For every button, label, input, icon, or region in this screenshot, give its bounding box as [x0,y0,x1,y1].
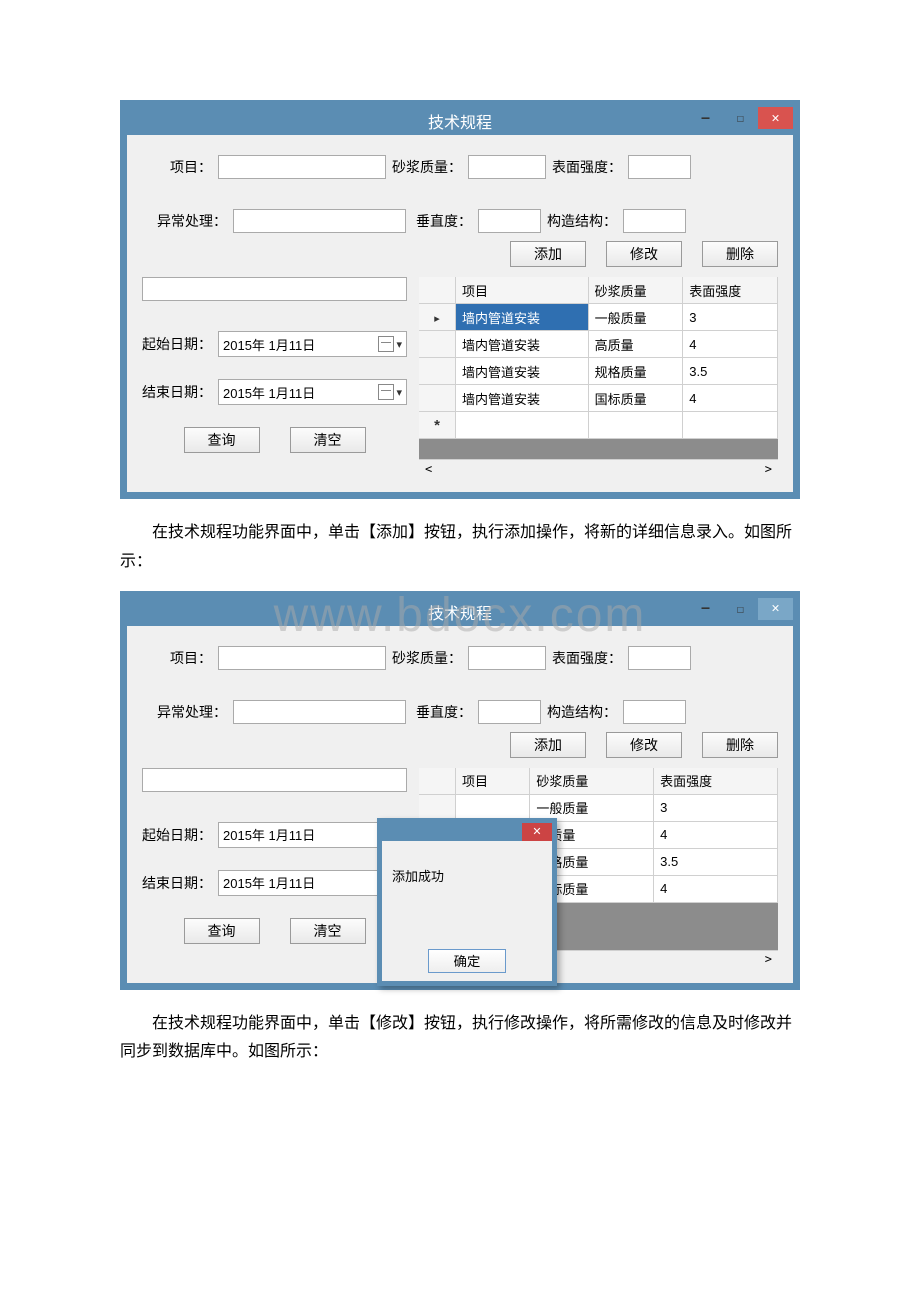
dialog-message: 添加成功 [392,869,444,884]
struct-label: 构造结构： [547,702,617,722]
col-mortar[interactable]: 砂浆质量 [588,277,683,304]
surface-input[interactable] [628,646,691,670]
table-row[interactable]: 墙内管道安装 高质量 4 [419,331,778,358]
col-project[interactable]: 项目 [456,277,589,304]
calendar-icon [378,384,394,400]
query-button[interactable]: 查询 [184,918,260,944]
horizontal-scrollbar[interactable]: < > [419,459,778,477]
exception-input[interactable] [233,700,406,724]
titlebar: 技术规程 [127,598,793,626]
enddate-value: 2015年 1月11日 [223,383,315,402]
window-title: 技术规程 [428,600,492,624]
dialog-ok-button[interactable]: 确定 [428,949,506,973]
start-date-picker[interactable]: 2015年 1月11日 ▾ [218,331,407,357]
scroll-right-icon[interactable]: > [759,462,778,476]
close-button[interactable] [758,107,793,129]
startdate-label: 起始日期： [142,334,212,354]
surface-label: 表面强度： [552,157,622,177]
project-label: 项目： [142,157,212,177]
minimize-button[interactable] [688,598,723,620]
calendar-icon [378,336,394,352]
project-label: 项目： [142,648,212,668]
startdate-label: 起始日期： [142,825,212,845]
vertical-label: 垂直度： [412,211,472,231]
data-grid[interactable]: 项目 砂浆质量 表面强度 墙内管道安装 一般质量 3 [419,277,778,439]
col-project[interactable]: 项目 [456,768,530,795]
enddate-label: 结束日期： [142,382,212,402]
clear-button[interactable]: 清空 [290,427,366,453]
struct-input[interactable] [623,209,686,233]
dialog-close-button[interactable] [522,823,552,841]
scroll-right-icon[interactable]: > [759,952,778,966]
search-input[interactable] [142,277,407,301]
enddate-value: 2015年 1月11日 [223,873,315,892]
modify-button[interactable]: 修改 [606,241,682,267]
mortar-label: 砂浆质量： [392,648,462,668]
maximize-button[interactable] [723,107,758,129]
maximize-button[interactable] [723,598,758,620]
tech-spec-window-1: 技术规程 项目： 砂浆质量： 表面强度： 异常处理： 垂直度： 构 [120,100,800,499]
row-header-corner [419,277,456,304]
modify-button[interactable]: 修改 [606,732,682,758]
row-header-corner [419,768,456,795]
scroll-left-icon[interactable]: < [419,462,438,476]
exception-label: 异常处理： [142,702,227,722]
search-input[interactable] [142,768,407,792]
row-indicator-icon [419,304,456,331]
startdate-value: 2015年 1月11日 [223,825,315,844]
vertical-input[interactable] [478,209,541,233]
close-button[interactable] [758,598,793,620]
paragraph-add: 在技术规程功能界面中，单击【添加】按钮，执行添加操作，将新的详细信息录入。如图所… [120,519,800,577]
minimize-button[interactable] [688,107,723,129]
project-input[interactable] [218,155,386,179]
table-row[interactable]: 墙内管道安装 规格质量 3.5 [419,358,778,385]
col-surface[interactable]: 表面强度 [654,768,778,795]
clear-button[interactable]: 清空 [290,918,366,944]
vertical-label: 垂直度： [412,702,472,722]
new-row-icon [419,412,456,439]
paragraph-modify: 在技术规程功能界面中，单击【修改】按钮，执行修改操作，将所需修改的信息及时修改并… [120,1010,800,1068]
vertical-input[interactable] [478,700,541,724]
col-surface[interactable]: 表面强度 [683,277,778,304]
exception-input[interactable] [233,209,406,233]
mortar-label: 砂浆质量： [392,157,462,177]
struct-input[interactable] [623,700,686,724]
table-row[interactable]: 墙内管道安装 一般质量 3 [419,304,778,331]
end-date-picker[interactable]: 2015年 1月11日 ▾ [218,379,407,405]
table-row[interactable]: 墙内管道安装 国标质量 4 [419,385,778,412]
delete-button[interactable]: 删除 [702,241,778,267]
new-row[interactable] [419,412,778,439]
project-input[interactable] [218,646,386,670]
add-button[interactable]: 添加 [510,732,586,758]
surface-label: 表面强度： [552,648,622,668]
surface-input[interactable] [628,155,691,179]
tech-spec-window-2: www.bdocx.com 技术规程 项目： 砂浆质量： 表面强度： 异常处理： [120,591,800,990]
mortar-input[interactable] [468,646,546,670]
enddate-label: 结束日期： [142,873,212,893]
chevron-down-icon: ▾ [396,338,402,351]
query-button[interactable]: 查询 [184,427,260,453]
delete-button[interactable]: 删除 [702,732,778,758]
add-success-dialog: 添加成功 确定 [377,818,557,986]
col-mortar[interactable]: 砂浆质量 [530,768,654,795]
titlebar: 技术规程 [127,107,793,135]
struct-label: 构造结构： [547,211,617,231]
chevron-down-icon: ▾ [396,386,402,399]
add-button[interactable]: 添加 [510,241,586,267]
exception-label: 异常处理： [142,211,227,231]
window-title: 技术规程 [428,109,492,133]
mortar-input[interactable] [468,155,546,179]
startdate-value: 2015年 1月11日 [223,335,315,354]
